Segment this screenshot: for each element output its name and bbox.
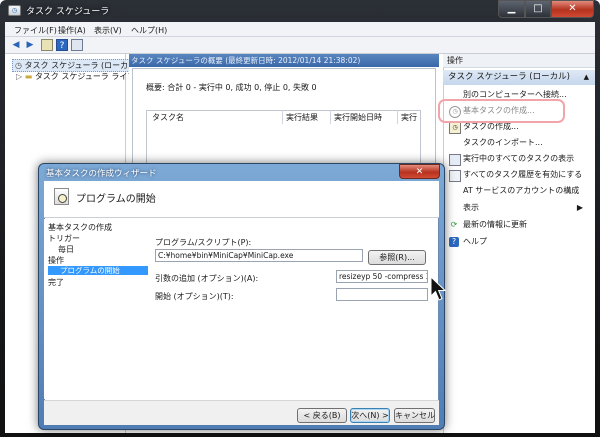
- help-icon[interactable]: ?: [56, 39, 68, 51]
- program-label: プログラム/スクリプト(P):: [155, 238, 252, 247]
- maximize-button[interactable]: □: [525, 0, 551, 18]
- start-in-input[interactable]: [336, 288, 428, 301]
- action-help[interactable]: ? ヘルプ: [443, 234, 595, 250]
- panel-icon[interactable]: [71, 39, 83, 51]
- forward-icon[interactable]: ▶: [24, 39, 36, 51]
- history-icon: [449, 170, 461, 182]
- action-enable-history[interactable]: すべてのタスク履歴を有効にする: [443, 167, 595, 183]
- next-button[interactable]: 次へ(N) >: [350, 408, 390, 423]
- summary-header: タスク スケジューラの概要 (最終更新日時: 2012/01/14 21:38:…: [129, 54, 439, 67]
- back-button[interactable]: < 戻る(B): [297, 408, 347, 423]
- actions-title: 操作: [443, 54, 595, 68]
- column-separator: [330, 110, 331, 124]
- collapse-arrow-icon[interactable]: ▲: [584, 70, 589, 85]
- column-result[interactable]: 実行結果: [286, 112, 318, 123]
- step-daily: 毎日: [58, 245, 74, 254]
- task-status-summary: 概要: 合計 0 - 実行中 0, 成功 0, 停止 0, 失敗 0: [146, 83, 317, 92]
- action-refresh[interactable]: ⟳ 最新の情報に更新: [443, 217, 595, 233]
- expand-arrow-icon[interactable]: ▷: [16, 72, 22, 81]
- list-icon: [449, 154, 461, 166]
- menu-file[interactable]: ファイル(F): [14, 25, 57, 36]
- column-start-time[interactable]: 実行開始日時: [334, 112, 382, 123]
- clock-icon: ◷: [15, 61, 22, 70]
- wizard-close-button[interactable]: ✕: [399, 164, 440, 179]
- program-start-icon: [54, 188, 69, 205]
- column-run[interactable]: 実行: [401, 112, 417, 123]
- column-separator: [282, 110, 283, 124]
- submenu-arrow-icon: ▶: [576, 203, 583, 212]
- cancel-button[interactable]: キャンセル: [394, 408, 435, 423]
- column-task-name[interactable]: タスク名: [152, 112, 184, 123]
- window-title: タスク スケジューラ: [26, 7, 110, 17]
- arguments-label: 引数の追加 (オプション)(A):: [155, 274, 259, 283]
- help-icon: ?: [449, 237, 459, 247]
- menu-help[interactable]: ヘルプ(H): [131, 25, 167, 36]
- toolbar: [5, 37, 595, 54]
- back-icon[interactable]: ◀: [10, 39, 22, 51]
- step-create-basic-task: 基本タスクの作成: [48, 223, 112, 232]
- refresh-icon: ⟳: [450, 220, 458, 229]
- menu-action[interactable]: 操作(A): [58, 25, 86, 36]
- folder-icon: ▬: [24, 72, 33, 81]
- menu-view[interactable]: 表示(V): [94, 25, 122, 36]
- actions-section-header[interactable]: タスク スケジューラ (ローカル) ▲: [443, 70, 595, 85]
- minimize-button[interactable]: ▁: [498, 0, 525, 18]
- wizard-heading: プログラムの開始: [76, 194, 156, 205]
- arguments-input[interactable]: resizeyp 50 -compress 3: [336, 270, 428, 283]
- step-start-program: プログラムの開始: [48, 266, 148, 275]
- folder-icon[interactable]: [41, 39, 53, 51]
- task-scheduler-app-icon: ◷: [8, 5, 21, 16]
- column-separator: [397, 110, 398, 124]
- wizard-title: 基本タスクの作成ウィザード: [46, 169, 157, 179]
- close-button[interactable]: ✕: [551, 0, 594, 18]
- action-view[interactable]: 表示 ▶: [443, 200, 595, 216]
- action-show-running[interactable]: 実行中のすべてのタスクの表示: [443, 151, 595, 167]
- browse-button[interactable]: 参照(R)...: [368, 250, 426, 265]
- start-in-label: 開始 (オプション)(T):: [155, 292, 234, 301]
- action-import-task[interactable]: タスクのインポート...: [443, 135, 595, 151]
- step-action: 操作: [48, 256, 64, 265]
- program-input[interactable]: C:¥home¥bin¥MiniCap¥MiniCap.exe: [155, 249, 363, 262]
- step-finish: 完了: [48, 278, 64, 287]
- mouse-cursor-icon: [430, 276, 446, 301]
- step-trigger: トリガー: [48, 234, 80, 243]
- highlight-annotation: [438, 99, 565, 123]
- action-at-service[interactable]: AT サービスのアカウントの構成: [443, 183, 595, 199]
- task-icon: ◷: [449, 122, 461, 134]
